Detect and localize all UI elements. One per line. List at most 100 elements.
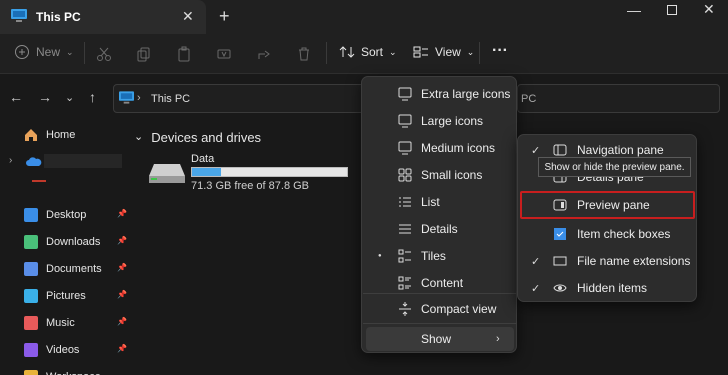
menu-item-label: Large icons [421,113,484,128]
menu-item-tiles[interactable]: ● Tiles [362,242,516,269]
paste-icon[interactable] [176,46,192,62]
sidebar-item-workspace[interactable]: Workspace [24,370,101,375]
sidebar-item-label: Documents [46,263,102,275]
desktop-icon [24,208,38,222]
menu-item-small-icons[interactable]: Small icons [362,161,516,188]
sidebar-item-home[interactable]: Home [24,128,75,142]
up-arrow-icon[interactable]: ↑ [89,89,96,105]
new-button[interactable]: New ⌄ [14,44,74,60]
checkmark-icon: ✓ [531,282,541,295]
delete-icon[interactable] [296,46,312,62]
sidebar-item-label: Music [46,317,75,329]
menu-item-file-name-extensions[interactable]: ✓ File name extensions [518,248,696,274]
list-icon [399,197,411,206]
sidebar-item-label: Pictures [46,290,86,302]
pin-icon[interactable]: 📌 [117,209,127,218]
pin-icon[interactable]: 📌 [117,236,127,245]
sort-icon [339,46,355,58]
selected-dot-icon: ● [378,252,382,259]
back-arrow-icon[interactable]: ← [9,89,23,105]
menu-item-details[interactable]: Details [362,215,516,242]
menu-divider [363,323,517,324]
cloud-icon [26,157,42,166]
share-icon[interactable] [256,46,272,62]
new-tab-button[interactable]: + [219,6,230,27]
chevron-right-icon: › [496,332,500,345]
drive-free-space: 71.3 GB free of 87.8 GB [191,180,310,192]
menu-item-label: Hidden items [577,281,648,295]
maximize-button[interactable] [667,5,677,15]
tiles-icon [398,249,411,262]
menu-item-label: Medium icons [421,140,496,155]
menu-item-hidden-items[interactable]: ✓ Hidden items [518,275,696,301]
sidebar-item-label: Home [46,129,76,141]
pin-icon[interactable]: 📌 [117,317,127,326]
chevron-down-icon: ⌄ [389,46,397,57]
sidebar-item-label: Workspace [46,371,101,375]
sidebar-item-downloads[interactable]: Downloads [24,235,100,249]
see-more-button[interactable]: ··· [492,42,508,60]
search-placeholder: PC [521,93,537,105]
sort-button[interactable]: Sort ⌄ [339,44,397,60]
menu-item-extra-large-icons[interactable]: Extra large icons [362,80,516,107]
show-submenu-trigger[interactable]: Show › [362,325,516,352]
checkmark-icon: ✓ [531,255,541,268]
pin-icon[interactable]: 📌 [117,344,127,353]
computer-icon [119,91,134,104]
sidebar-item-pictures[interactable]: Pictures [24,289,86,303]
music-icon [24,316,38,330]
chevron-down-icon: ⌄ [66,46,74,57]
folder-icon [24,370,38,375]
view-button[interactable]: View ⌄ [413,44,474,60]
picture-icon [24,289,38,303]
drive-name[interactable]: Data [191,153,214,165]
menu-item-large-icons[interactable]: Large icons [362,107,516,134]
video-icon [24,343,38,357]
view-icon [413,46,428,58]
collapse-chevron-icon: ⌄ [134,131,144,143]
menu-item-label: Tiles [421,248,446,263]
navigation-pane-icon [553,144,567,156]
sidebar-item-music[interactable]: Music [24,316,75,330]
menu-item-compact-view[interactable]: Compact view [362,295,516,322]
sidebar-item-label: Downloads [46,236,101,248]
sidebar-item-documents[interactable]: Documents [24,262,102,276]
sidebar-item-videos[interactable]: Videos [24,343,79,357]
menu-item-list[interactable]: List [362,188,516,215]
sidebar-item-label: Videos [46,344,80,356]
close-window-button[interactable]: ✕ [703,1,715,18]
menu-item-label: Extra large icons [421,86,511,101]
minimize-button[interactable]: — [627,2,641,18]
menu-item-label: Small icons [421,167,483,182]
menu-item-item-check-boxes[interactable]: Item check boxes [518,221,696,247]
close-tab-icon[interactable]: ✕ [182,8,194,25]
cut-icon[interactable] [96,46,112,62]
sidebar-item-desktop[interactable]: Desktop [24,208,86,222]
sync-status-indicator [32,180,46,182]
copy-icon[interactable] [136,46,152,62]
command-bar: New ⌄ Sort ⌄ View ⌄ ··· [0,34,728,74]
title-bar: This PC ✕ + — ✕ [0,0,728,34]
sort-label: Sort [361,45,384,59]
section-header[interactable]: ⌄ Devices and drives [134,130,261,145]
menu-item-label: Compact view [421,301,497,316]
pin-icon[interactable]: 📌 [117,290,127,299]
menu-item-content[interactable]: Content [362,269,516,296]
forward-arrow-icon[interactable]: → [38,89,52,105]
search-input[interactable] [517,84,720,113]
sidebar-item-label: Desktop [46,209,87,221]
tab-this-pc[interactable]: This PC ✕ [0,0,206,34]
monitor-icon [398,141,412,154]
menu-item-label: Show [421,331,452,346]
toolbar-divider [479,42,480,64]
onedrive-account-label[interactable] [44,154,122,168]
rename-icon[interactable] [216,46,232,62]
drive-usage-fill [192,168,222,176]
details-icon [399,224,411,233]
grid-icon [398,168,412,181]
menu-item-medium-icons[interactable]: Medium icons [362,134,516,161]
pin-icon[interactable]: 📌 [117,263,127,272]
expand-chevron-icon[interactable]: › [9,155,12,166]
recent-chevron-icon[interactable]: ⌄ [65,91,74,104]
preview-pane-highlight [520,191,695,219]
